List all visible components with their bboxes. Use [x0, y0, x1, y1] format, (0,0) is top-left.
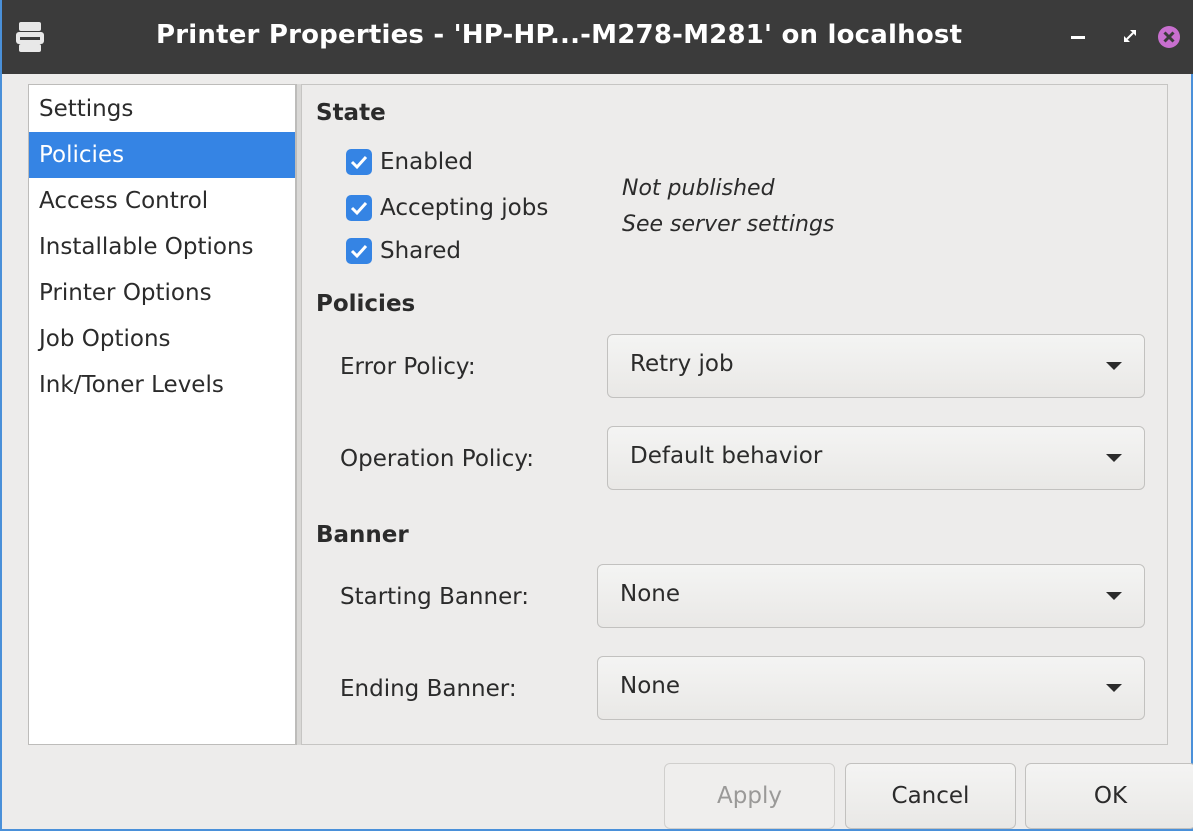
- printer-icon: [16, 22, 44, 52]
- chevron-down-icon: [1106, 454, 1122, 462]
- cancel-button[interactable]: Cancel: [845, 763, 1016, 829]
- policies-heading: Policies: [316, 291, 416, 317]
- error-policy-dropdown[interactable]: Retry job: [607, 334, 1145, 398]
- state-heading: State: [316, 100, 386, 126]
- sidebar-item-settings[interactable]: Settings: [29, 86, 295, 132]
- operation-policy-label: Operation Policy:: [340, 446, 535, 472]
- starting-banner-dropdown[interactable]: None: [597, 564, 1145, 628]
- sidebar-item-printer-options[interactable]: Printer Options: [29, 270, 295, 316]
- sidebar-item-policies[interactable]: Policies: [29, 132, 295, 178]
- enabled-checkbox-row[interactable]: Enabled: [346, 145, 473, 179]
- shared-label: Shared: [380, 238, 461, 264]
- shared-checkbox[interactable]: [346, 238, 372, 264]
- chevron-down-icon: [1106, 592, 1122, 600]
- accepting-jobs-checkbox-row[interactable]: Accepting jobs: [346, 191, 548, 225]
- title-bar[interactable]: Printer Properties - 'HP-HP...-M278-M281…: [2, 0, 1193, 74]
- chevron-down-icon: [1106, 362, 1122, 370]
- sidebar-list: Settings Policies Access Control Install…: [28, 84, 296, 745]
- apply-button[interactable]: Apply: [664, 763, 835, 829]
- ending-banner-dropdown[interactable]: None: [597, 656, 1145, 720]
- ok-button[interactable]: OK: [1025, 763, 1193, 829]
- banner-heading: Banner: [316, 522, 409, 548]
- error-policy-label: Error Policy:: [340, 354, 476, 380]
- server-settings-note: See server settings: [622, 212, 835, 237]
- accepting-jobs-label: Accepting jobs: [380, 195, 549, 221]
- sidebar-item-job-options[interactable]: Job Options: [29, 316, 295, 362]
- minimize-icon[interactable]: [1064, 22, 1094, 52]
- enabled-checkbox[interactable]: [346, 149, 372, 175]
- window-title: Printer Properties - 'HP-HP...-M278-M281…: [156, 20, 963, 50]
- close-icon[interactable]: [1154, 22, 1184, 52]
- chevron-down-icon: [1106, 684, 1122, 692]
- starting-banner-label: Starting Banner:: [340, 584, 530, 610]
- operation-policy-dropdown[interactable]: Default behavior: [607, 426, 1145, 490]
- sidebar-item-ink-toner-levels[interactable]: Ink/Toner Levels: [29, 362, 295, 408]
- starting-banner-value: None: [620, 581, 681, 607]
- shared-checkbox-row[interactable]: Shared: [346, 234, 461, 268]
- maximize-icon[interactable]: [1116, 22, 1146, 52]
- accepting-jobs-checkbox[interactable]: [346, 195, 372, 221]
- error-policy-value: Retry job: [630, 351, 734, 377]
- printer-properties-window: Printer Properties - 'HP-HP...-M278-M281…: [0, 0, 1193, 831]
- sidebar-item-installable-options[interactable]: Installable Options: [29, 224, 295, 270]
- operation-policy-value: Default behavior: [630, 443, 823, 469]
- ending-banner-value: None: [620, 673, 681, 699]
- sidebar-item-access-control[interactable]: Access Control: [29, 178, 295, 224]
- ending-banner-label: Ending Banner:: [340, 676, 517, 702]
- enabled-label: Enabled: [380, 149, 473, 175]
- publish-status-note: Not published: [622, 176, 775, 201]
